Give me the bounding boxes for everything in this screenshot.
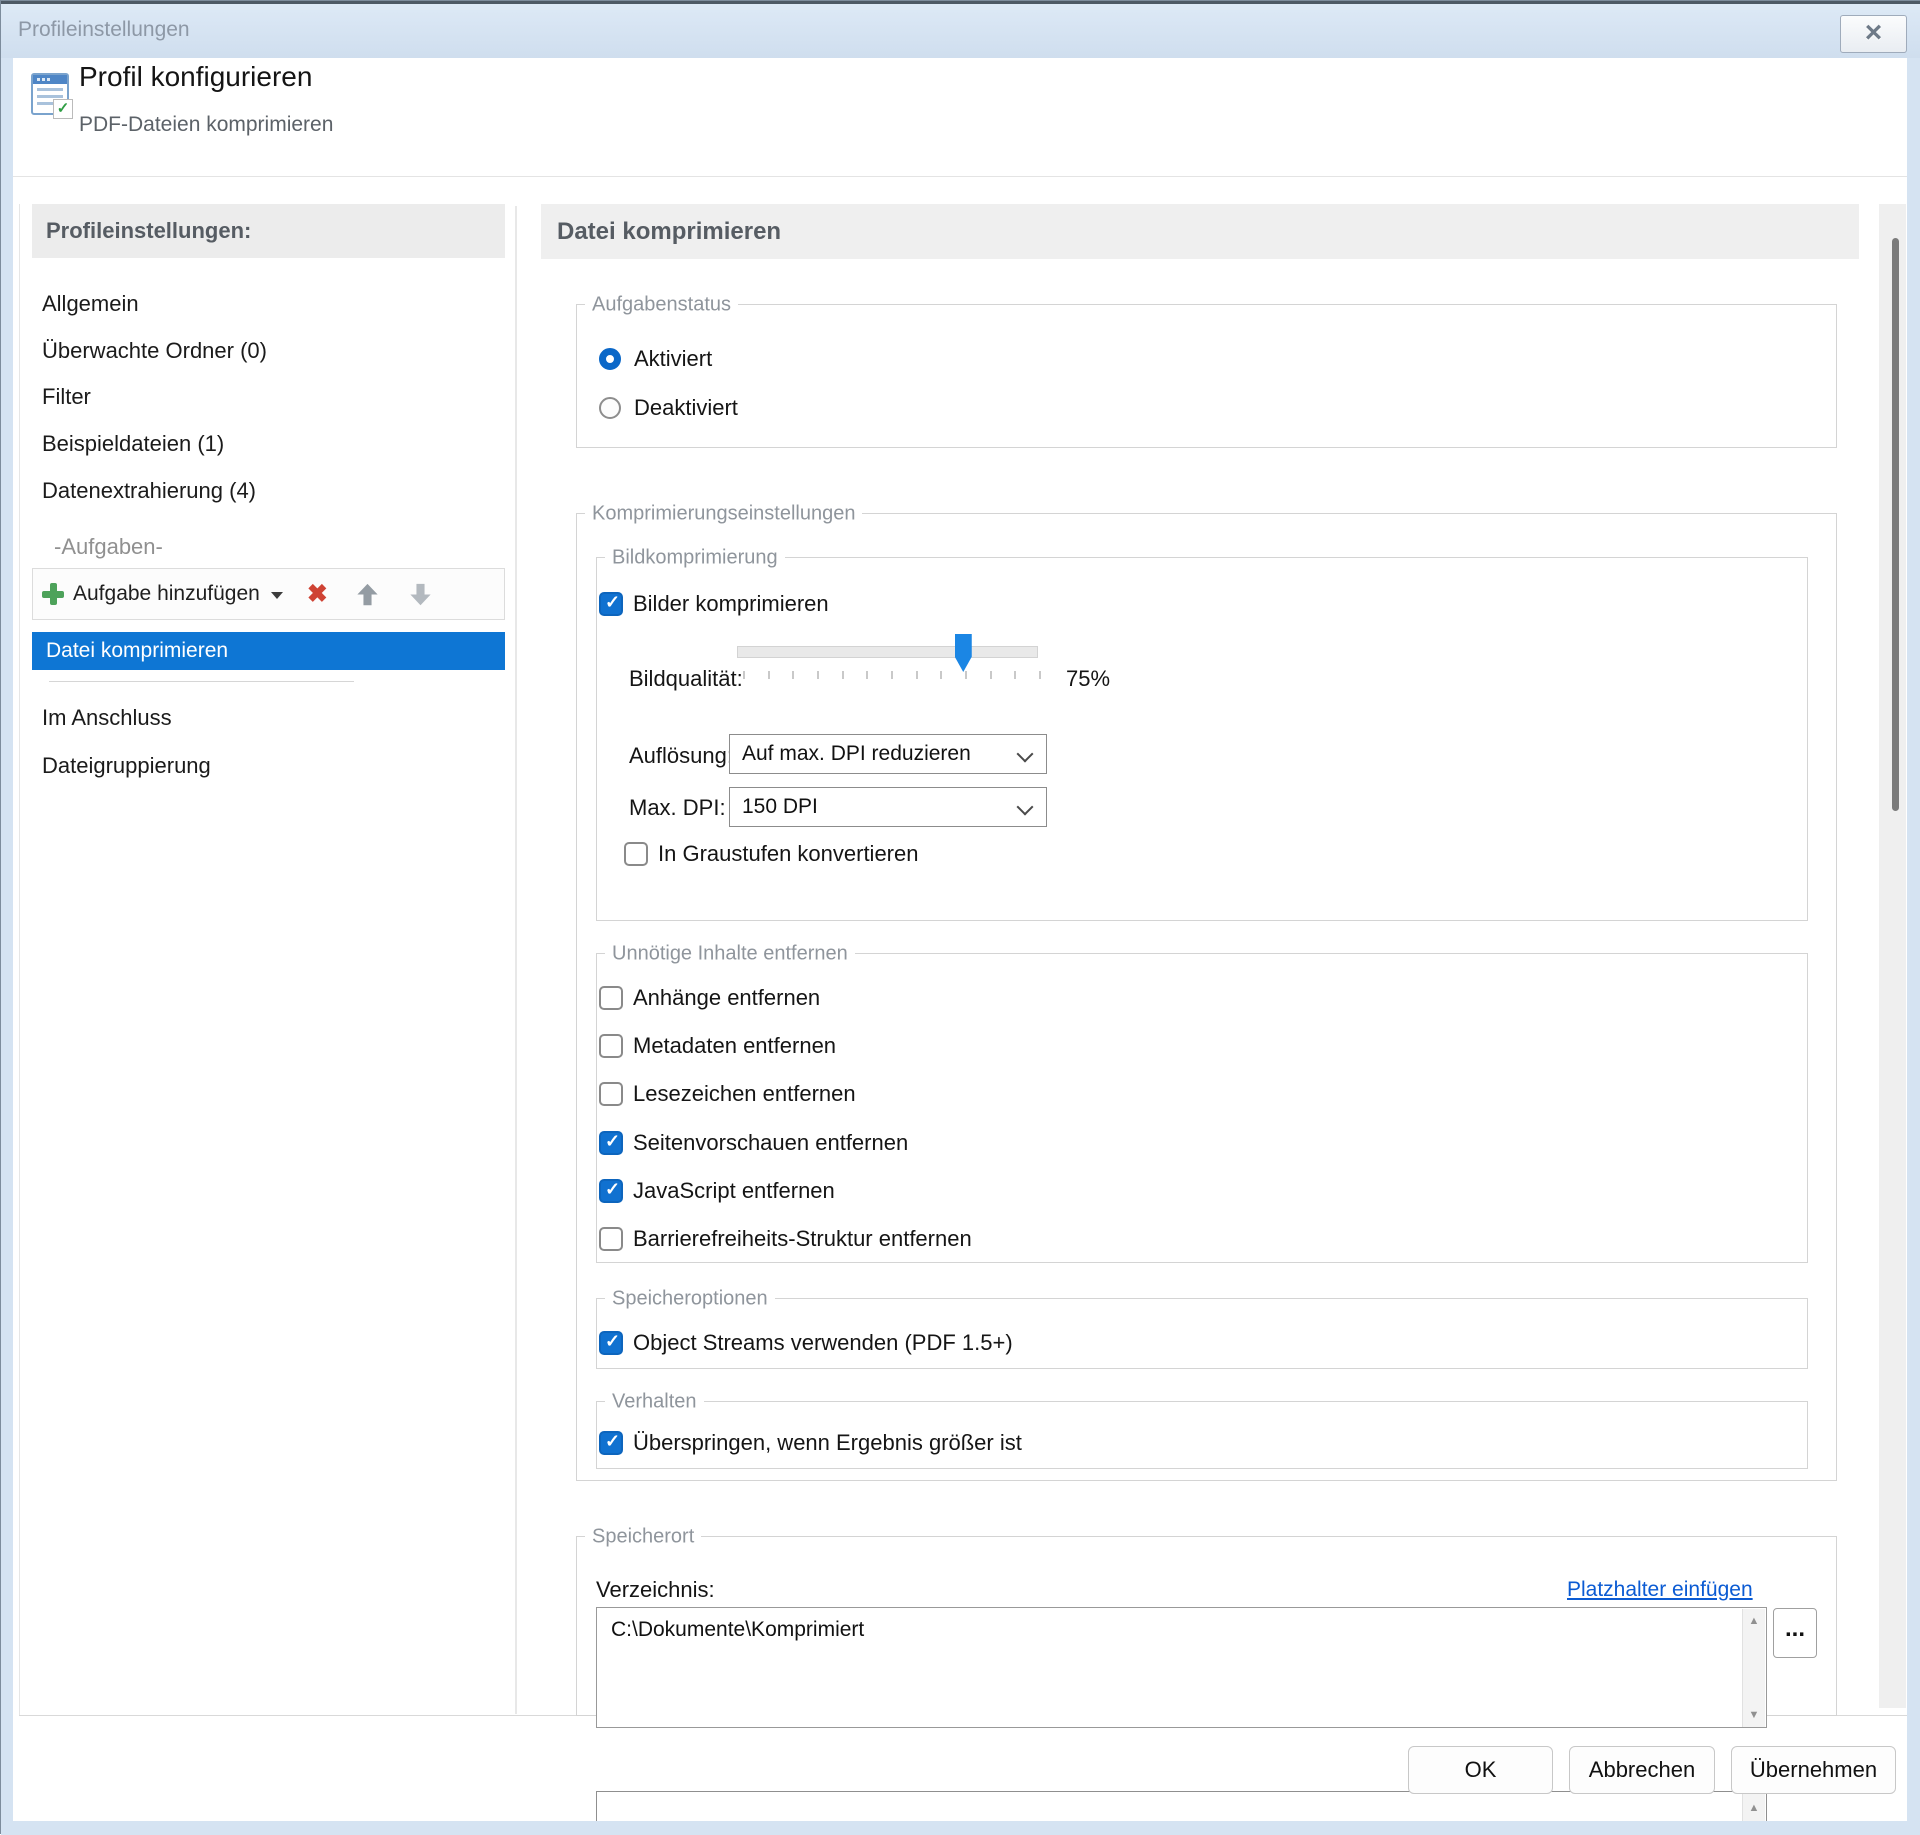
- resolution-select[interactable]: Auf max. DPI reduzieren: [729, 734, 1047, 774]
- sidebar-item-filter[interactable]: Filter: [42, 382, 482, 412]
- window-border-left: [1, 58, 13, 1835]
- chevron-down-icon: [1017, 799, 1034, 816]
- apply-button[interactable]: Übernehmen: [1731, 1746, 1896, 1794]
- fieldset-legend: Bildkomprimierung: [605, 547, 785, 570]
- checkbox-lesezeichen-label[interactable]: Lesezeichen entfernen: [633, 1081, 856, 1107]
- sidebar-item-ueberwachte-ordner[interactable]: Überwachte Ordner (0): [42, 336, 482, 366]
- scrollbar[interactable]: ▲ ▼: [1742, 1609, 1765, 1727]
- title-bar[interactable]: Profileinstellungen: [1, 4, 1920, 58]
- task-list-separator: [49, 681, 354, 682]
- scroll-up-icon[interactable]: ▲: [1743, 1615, 1765, 1627]
- checkbox-ueberspringen-label[interactable]: Überspringen, wenn Ergebnis größer ist: [633, 1430, 1022, 1456]
- close-button[interactable]: ×: [1840, 15, 1907, 53]
- radio-deaktiviert-label[interactable]: Deaktiviert: [634, 395, 738, 421]
- panel-title: Datei komprimieren: [541, 204, 1859, 259]
- checkbox-seitenvorschauen[interactable]: [599, 1131, 623, 1155]
- directory-value: C:\Dokumente\Komprimiert: [611, 1618, 864, 1642]
- checkbox-javascript[interactable]: [599, 1179, 623, 1203]
- checkbox-ueberspringen[interactable]: [599, 1431, 623, 1455]
- checkbox-barrierefreiheit-label[interactable]: Barrierefreiheits-Struktur entfernen: [633, 1226, 972, 1252]
- fieldset-aufgabenstatus: Aufgabenstatus: [576, 304, 1837, 448]
- add-icon: [42, 583, 64, 605]
- checkbox-graustufen[interactable]: [624, 842, 648, 866]
- page-title: Profil konfigurieren: [79, 61, 312, 93]
- radio-aktiviert-label[interactable]: Aktiviert: [634, 346, 712, 372]
- checkbox-object-streams-label[interactable]: Object Streams verwenden (PDF 1.5+): [633, 1330, 1013, 1356]
- ok-button[interactable]: OK: [1408, 1746, 1553, 1794]
- radio-deaktiviert[interactable]: [599, 397, 621, 419]
- green-check-icon: ✓: [53, 99, 73, 119]
- quality-value: 75%: [1066, 666, 1110, 692]
- chevron-down-icon: [1017, 746, 1034, 763]
- sidebar-item-datenextrahierung[interactable]: Datenextrahierung (4): [42, 476, 482, 506]
- scrollbar[interactable]: ▲: [1742, 1793, 1765, 1824]
- cancel-button[interactable]: Abbrechen: [1569, 1746, 1715, 1794]
- content-border-left: [19, 204, 20, 1716]
- quality-slider-track[interactable]: [737, 646, 1038, 658]
- main-scrollbar-thumb[interactable]: [1892, 238, 1899, 811]
- scroll-up-icon[interactable]: ▲: [1743, 1802, 1765, 1814]
- profile-settings-dialog: { "window": { "title": "Profileinstellun…: [0, 0, 1920, 1834]
- checkbox-anhaenge-label[interactable]: Anhänge entfernen: [633, 985, 820, 1011]
- checkbox-seitenvorschauen-label[interactable]: Seitenvorschauen entfernen: [633, 1130, 908, 1156]
- fieldset-legend: Aufgabenstatus: [585, 294, 738, 317]
- browse-button[interactable]: ...: [1773, 1608, 1817, 1658]
- resolution-select-value: Auf max. DPI reduzieren: [742, 742, 971, 765]
- fieldset-legend: Speicherort: [585, 1526, 701, 1549]
- sidebar-heading: Profileinstellungen:: [32, 204, 505, 258]
- directory-label: Verzeichnis:: [596, 1577, 715, 1603]
- page-subtitle: PDF-Dateien komprimieren: [79, 113, 333, 137]
- fieldset-legend: Komprimierungseinstellungen: [585, 503, 862, 526]
- sidebar-tasks-divider-label: -Aufgaben-: [54, 532, 494, 562]
- sidebar-item-allgemein[interactable]: Allgemein: [42, 289, 482, 319]
- checkbox-object-streams[interactable]: [599, 1331, 623, 1355]
- task-toolbar: Aufgabe hinzufügen ✖: [32, 568, 505, 620]
- checkbox-bilder-komprimieren[interactable]: [599, 592, 623, 616]
- window-title: Profileinstellungen: [18, 18, 190, 42]
- max-dpi-label: Max. DPI:: [629, 795, 726, 821]
- max-dpi-select-value: 150 DPI: [742, 795, 818, 818]
- checkbox-javascript-label[interactable]: JavaScript entfernen: [633, 1178, 835, 1204]
- placeholder-link[interactable]: Platzhalter einfügen: [1567, 1578, 1753, 1602]
- checkbox-barrierefreiheit[interactable]: [599, 1227, 623, 1251]
- sidebar-task-datei-komprimieren[interactable]: Datei komprimieren: [32, 632, 505, 670]
- checkbox-anhaenge[interactable]: [599, 986, 623, 1010]
- move-up-button[interactable]: [354, 581, 381, 608]
- window-border-bottom: [1, 1821, 1920, 1835]
- fieldset-legend: Verhalten: [605, 1391, 704, 1414]
- add-task-button[interactable]: Aufgabe hinzufügen: [73, 582, 260, 606]
- sidebar-item-im-anschluss[interactable]: Im Anschluss: [42, 703, 482, 733]
- window-border-right: [1907, 58, 1920, 1835]
- filename-textbox-clipped[interactable]: ▲: [596, 1791, 1767, 1825]
- fieldset-legend: Speicheroptionen: [605, 1288, 775, 1311]
- move-down-button[interactable]: [407, 581, 434, 608]
- checkbox-metadaten[interactable]: [599, 1034, 623, 1058]
- fieldset-legend: Unnötige Inhalte entfernen: [605, 943, 855, 966]
- header-separator: [13, 176, 1907, 177]
- chevron-down-icon[interactable]: [271, 592, 283, 599]
- checkbox-graustufen-label[interactable]: In Graustufen konvertieren: [658, 841, 918, 867]
- profile-config-icon: ✓: [31, 73, 69, 115]
- scroll-down-icon[interactable]: ▼: [1743, 1709, 1765, 1721]
- delete-task-button[interactable]: ✖: [307, 583, 328, 605]
- resolution-label: Auflösung:: [629, 743, 733, 769]
- checkbox-lesezeichen[interactable]: [599, 1082, 623, 1106]
- max-dpi-select[interactable]: 150 DPI: [729, 787, 1047, 827]
- checkbox-metadaten-label[interactable]: Metadaten entfernen: [633, 1033, 836, 1059]
- radio-aktiviert[interactable]: [599, 348, 621, 370]
- checkbox-bilder-komprimieren-label[interactable]: Bilder komprimieren: [633, 591, 829, 617]
- directory-textbox[interactable]: C:\Dokumente\Komprimiert ▲ ▼: [596, 1607, 1767, 1728]
- sidebar-divider: [515, 206, 517, 1714]
- quality-label: Bildqualität:: [629, 666, 743, 692]
- sidebar-item-dateigruppierung[interactable]: Dateigruppierung: [42, 751, 482, 781]
- sidebar-item-beispieldateien[interactable]: Beispieldateien (1): [42, 429, 482, 459]
